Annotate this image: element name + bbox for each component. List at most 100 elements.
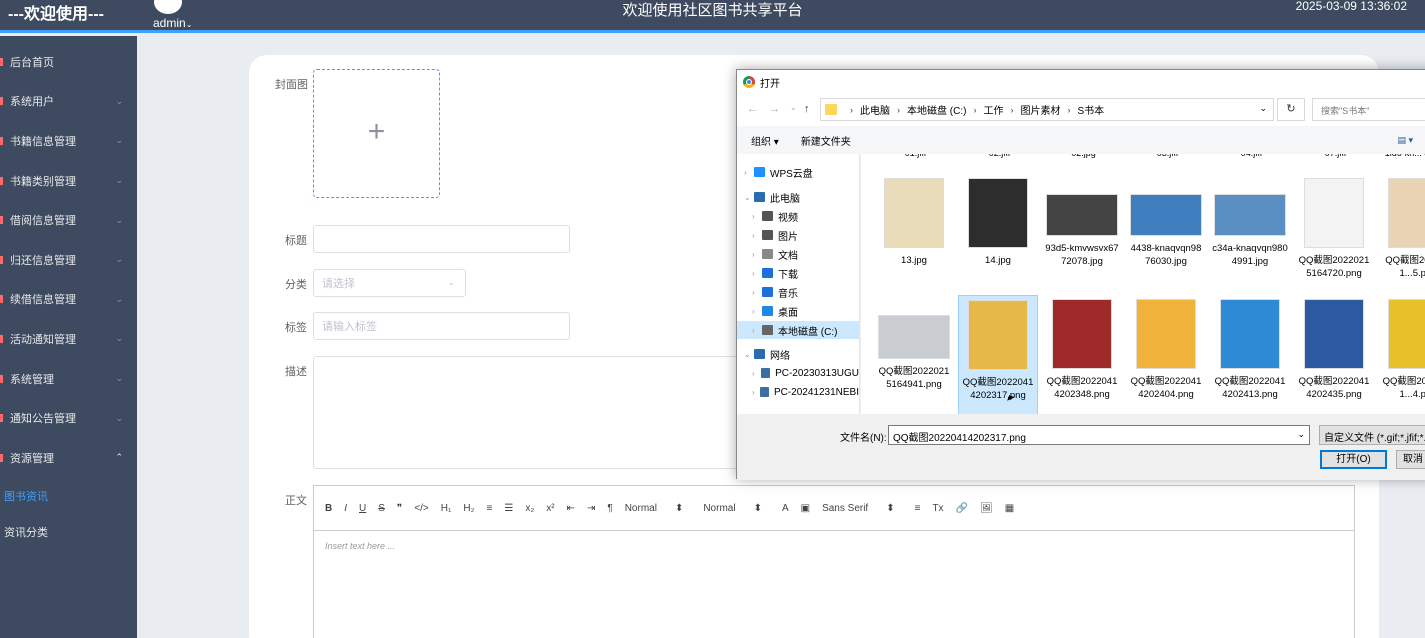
- file-tile[interactable]: 13.jpg: [874, 174, 954, 294]
- chevron-right-icon[interactable]: ›: [752, 326, 762, 335]
- desc-textarea[interactable]: [313, 356, 783, 469]
- view-icon[interactable]: ▤ ▾: [1397, 135, 1413, 146]
- tree-item[interactable]: › 图片: [737, 226, 859, 244]
- file-tile[interactable]: 4438-knaqvqn9876030.jpg: [1126, 174, 1206, 294]
- sidebar-item[interactable]: 书籍类别管理 ⌄: [0, 161, 137, 201]
- editor-tool-icon[interactable]: ▦: [1005, 503, 1014, 514]
- editor-format-button[interactable]: x²: [546, 503, 554, 514]
- chevron-down-icon[interactable]: ⌄: [1297, 429, 1305, 440]
- sidebar-item[interactable]: 活动通知管理 ⌄: [0, 319, 137, 359]
- editor-format-button[interactable]: H₁: [441, 503, 452, 514]
- rich-text-editor[interactable]: B I U S ❞ </> H₁ H₂ ≡ ☰ x₂ x² ⇤ ⇥ ¶ Normal ⬍ Normal ⬍ A ▣ San…: [313, 485, 1355, 638]
- font-picker[interactable]: Sans Serif ⬍: [822, 503, 895, 514]
- breadcrumb-item[interactable]: 此电脑: [860, 102, 890, 117]
- sidebar-subitem[interactable]: 图书资讯: [0, 478, 137, 514]
- editor-tool-icon[interactable]: ≡: [915, 503, 921, 514]
- chevron-right-icon[interactable]: ›: [752, 250, 762, 259]
- tags-input[interactable]: 请输入标签: [313, 312, 570, 340]
- cancel-button[interactable]: 取消: [1396, 450, 1425, 469]
- breadcrumb-item[interactable]: 工作: [983, 102, 1003, 117]
- chevron-down-icon[interactable]: ⌄: [790, 103, 797, 112]
- editor-format-button[interactable]: ≡: [487, 503, 493, 514]
- category-select[interactable]: 请选择 ⌄: [313, 269, 466, 297]
- sidebar-item[interactable]: 通知公告管理 ⌄: [0, 398, 137, 438]
- editor-tool-icon[interactable]: 🖼: [980, 503, 993, 514]
- file-tile[interactable]: QQ截图2022021...5.png: [1378, 174, 1425, 294]
- editor-tool-icon[interactable]: Tx: [932, 503, 943, 514]
- forward-icon[interactable]: →: [769, 103, 780, 115]
- editor-format-button[interactable]: ⇤: [567, 503, 575, 514]
- editor-format-button[interactable]: B: [325, 503, 332, 514]
- color-icon[interactable]: ▣: [801, 503, 810, 514]
- refresh-icon[interactable]: ↻: [1277, 98, 1305, 121]
- tree-item[interactable]: › PC-20230313UGU: [737, 364, 859, 382]
- title-input[interactable]: [313, 225, 570, 253]
- chevron-right-icon[interactable]: ›: [752, 388, 760, 397]
- sidebar-item[interactable]: 续借信息管理 ⌄: [0, 280, 137, 320]
- tree-item[interactable]: › WPS云盘: [737, 163, 859, 181]
- file-tile[interactable]: QQ截图20220414202413.png: [1210, 295, 1290, 414]
- address-bar[interactable]: › 此电脑 › 本地磁盘 (C:) › 工作 › 图片素材 › S书本 ⌄: [820, 98, 1274, 121]
- sidebar-item[interactable]: 系统管理 ⌄: [0, 359, 137, 399]
- file-tile[interactable]: QQ截图20240301...4.png: [1378, 295, 1425, 414]
- file-tile[interactable]: c34a-knaqvqn9804991.jpg: [1210, 174, 1290, 294]
- organize-button[interactable]: 组织 ▾: [751, 133, 779, 148]
- editor-format-button[interactable]: </>: [414, 503, 428, 514]
- cover-upload[interactable]: +: [313, 69, 440, 198]
- tree-item[interactable]: › 视频: [737, 207, 859, 225]
- editor-format-button[interactable]: S: [378, 503, 385, 514]
- file-tile[interactable]: QQ截图20220215164941.png: [874, 295, 954, 414]
- filename-input[interactable]: QQ截图20220414202317.png ⌄: [888, 425, 1310, 445]
- file-tile[interactable]: QQ截图20220414202317.png: [958, 295, 1038, 414]
- breadcrumb-item[interactable]: S书本: [1077, 102, 1104, 117]
- editor-size-picker[interactable]: Normal ⬍: [703, 503, 762, 514]
- sidebar-item[interactable]: 系统用户 ⌄: [0, 82, 137, 122]
- chevron-right-icon[interactable]: ›: [752, 269, 762, 278]
- sidebar-item[interactable]: 归还信息管理 ⌄: [0, 240, 137, 280]
- tree-item[interactable]: › 本地磁盘 (C:): [737, 321, 859, 339]
- sidebar-item[interactable]: 资源管理 ⌃: [0, 438, 137, 478]
- editor-placeholder[interactable]: Insert text here ...: [325, 541, 395, 551]
- file-tile[interactable]: QQ截图20220414202404.png: [1126, 295, 1206, 414]
- chevron-right-icon[interactable]: ›: [752, 288, 762, 297]
- dialog-titlebar[interactable]: 打开: [737, 70, 1425, 94]
- back-icon[interactable]: ←: [747, 103, 758, 115]
- tree-item[interactable]: ⌄ 此电脑: [737, 188, 859, 206]
- sidebar-item[interactable]: 书籍信息管理 ⌄: [0, 121, 137, 161]
- new-folder-button[interactable]: 新建文件夹: [801, 133, 851, 148]
- tree-item[interactable]: › 文档: [737, 245, 859, 263]
- filetype-select[interactable]: 自定义文件 (*.gif;*.jfif;*.p: [1319, 425, 1425, 445]
- editor-size-picker[interactable]: Normal ⬍: [625, 503, 684, 514]
- editor-format-button[interactable]: H₂: [463, 503, 474, 514]
- sidebar-item[interactable]: 借阅信息管理 ⌄: [0, 200, 137, 240]
- open-button[interactable]: 打开(O): [1320, 450, 1387, 469]
- editor-format-button[interactable]: ¶: [607, 503, 612, 514]
- chevron-right-icon[interactable]: ›: [752, 307, 762, 316]
- editor-format-button[interactable]: ☰: [504, 503, 513, 514]
- up-icon[interactable]: ↑: [804, 103, 810, 115]
- tree-item[interactable]: › 下载: [737, 264, 859, 282]
- editor-format-button[interactable]: U: [359, 503, 366, 514]
- sidebar-item[interactable]: 后台首页: [0, 42, 137, 82]
- chevron-down-icon[interactable]: ⌄: [1259, 103, 1267, 114]
- file-tile[interactable]: 14.jpg: [958, 174, 1038, 294]
- breadcrumb-item[interactable]: 图片素材: [1020, 102, 1060, 117]
- chevron-right-icon[interactable]: ›: [752, 231, 762, 240]
- editor-format-button[interactable]: I: [344, 503, 347, 514]
- chevron-down-icon[interactable]: ⌄: [744, 350, 754, 359]
- chevron-down-icon[interactable]: ⌄: [744, 193, 754, 202]
- editor-format-button[interactable]: x₂: [525, 503, 534, 514]
- editor-tool-icon[interactable]: 🔗: [956, 503, 968, 514]
- breadcrumb-item[interactable]: 本地磁盘 (C:): [907, 102, 966, 117]
- tree-item[interactable]: › 桌面: [737, 302, 859, 320]
- color-icon[interactable]: A: [782, 503, 789, 514]
- chevron-right-icon[interactable]: ›: [744, 168, 754, 177]
- chevron-right-icon[interactable]: ›: [752, 212, 762, 221]
- file-tile[interactable]: QQ截图20220215164720.png: [1294, 174, 1374, 294]
- tree-item[interactable]: › 音乐: [737, 283, 859, 301]
- sidebar-subitem[interactable]: 资讯分类: [0, 514, 137, 550]
- editor-format-button[interactable]: ❞: [397, 503, 402, 514]
- tree-item[interactable]: ⌄ 网络: [737, 345, 859, 363]
- file-tile[interactable]: QQ截图20220414202348.png: [1042, 295, 1122, 414]
- tree-item[interactable]: › PC-20241231NEBI: [737, 383, 859, 401]
